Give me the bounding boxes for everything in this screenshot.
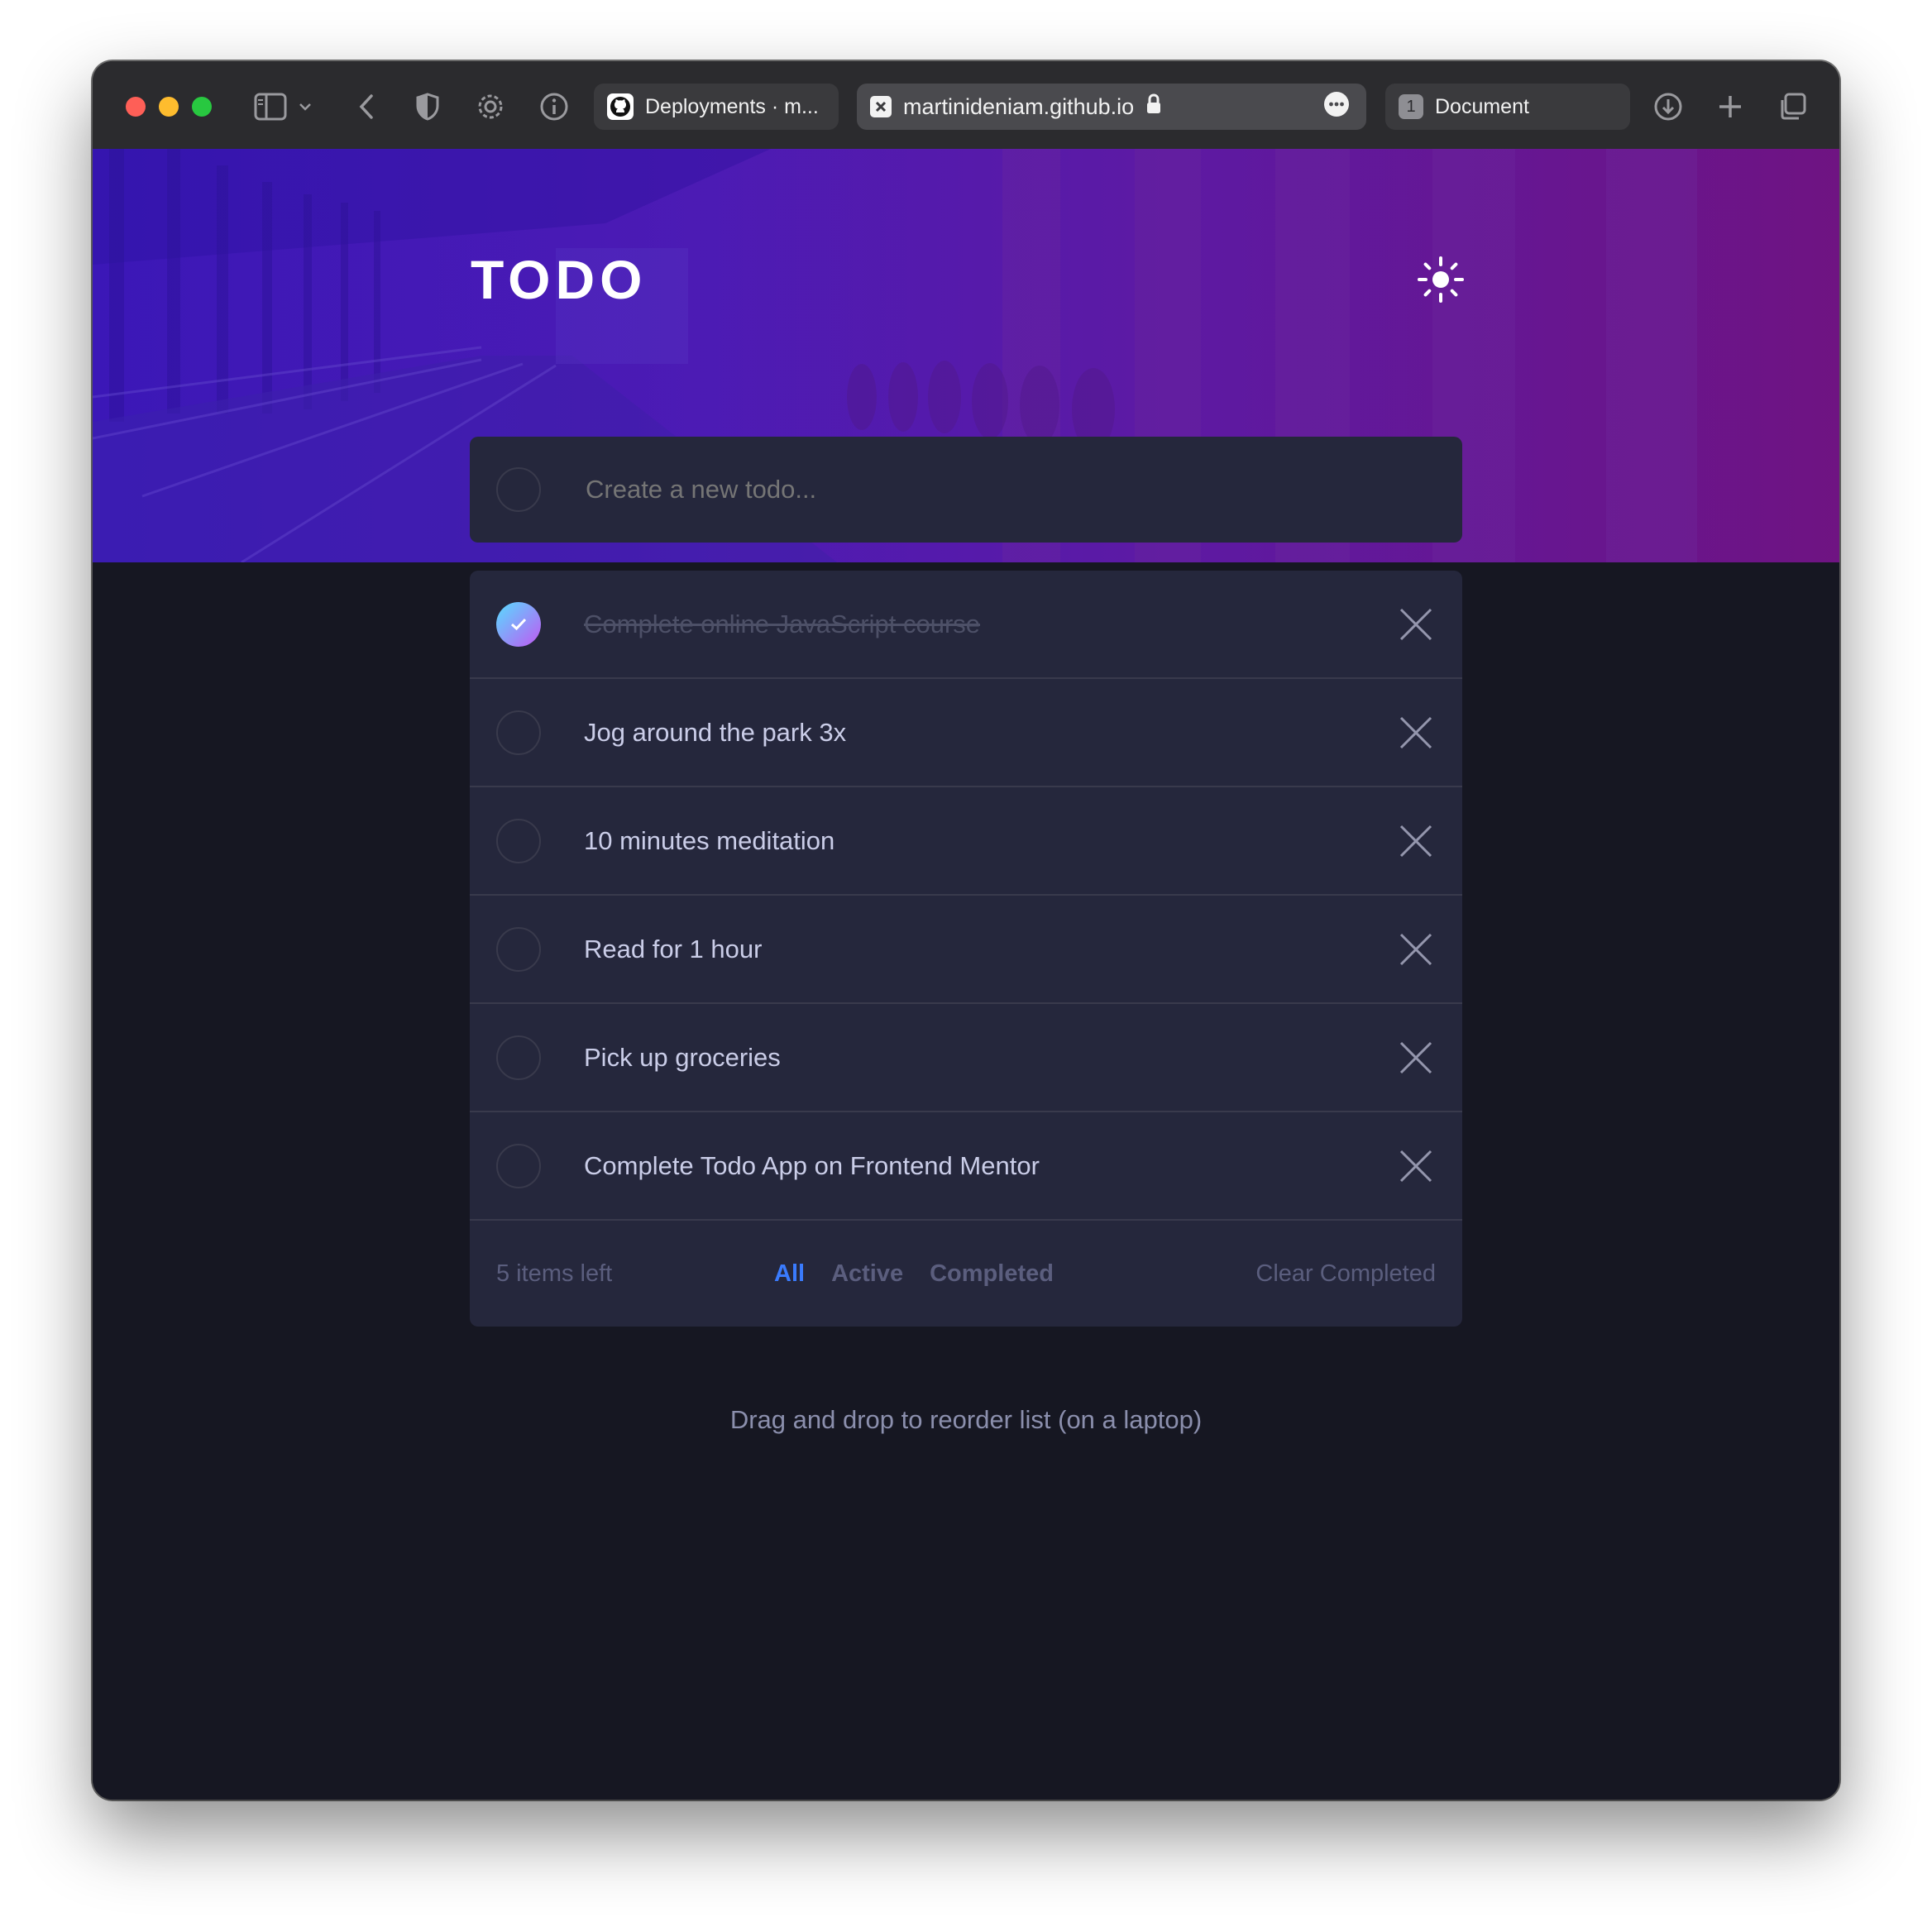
close-icon[interactable]	[1398, 823, 1434, 859]
todo-text: Complete online JavaScript course	[584, 609, 981, 638]
todo-item[interactable]: Jog around the park 3x	[470, 679, 1462, 787]
tab-badge: 1	[1406, 97, 1416, 116]
todo-list: Complete online JavaScript course Jog ar…	[470, 571, 1462, 1327]
browser-toolbar: Deployments · m... martinideniam.github.…	[93, 61, 1839, 151]
todo-text: Read for 1 hour	[584, 934, 763, 963]
filter-active[interactable]: Active	[831, 1260, 903, 1288]
new-tab-icon[interactable]	[1710, 86, 1751, 127]
reorder-hint: Drag and drop to reorder list (on a lapt…	[729, 1405, 1203, 1434]
todo-item[interactable]: 10 minutes meditation	[470, 787, 1462, 896]
privacy-shield-icon[interactable]	[407, 86, 448, 127]
site-icon	[870, 96, 892, 117]
tab-document[interactable]: 1 Document	[1385, 84, 1630, 130]
minimize-window-button[interactable]	[159, 97, 179, 117]
url-text: martinideniam.github.io	[903, 93, 1135, 119]
sidebar-toggle-icon[interactable]	[250, 86, 291, 127]
todo-footer: 5 items left All Active Completed Clear …	[470, 1221, 1462, 1327]
todo-checkbox[interactable]	[496, 710, 541, 755]
close-icon[interactable]	[1398, 1148, 1434, 1184]
todo-text: Complete Todo App on Frontend Mentor	[584, 1150, 1040, 1180]
more-options-icon[interactable]	[1323, 91, 1350, 123]
address-bar[interactable]: martinideniam.github.io	[857, 84, 1366, 130]
todo-item[interactable]: Complete online JavaScript course	[470, 571, 1462, 679]
todo-checkbox[interactable]	[496, 818, 541, 863]
close-window-button[interactable]	[126, 97, 146, 117]
todo-checkbox[interactable]	[496, 1035, 541, 1080]
tab-deployments[interactable]: Deployments · m...	[594, 84, 839, 130]
chevron-down-icon[interactable]	[293, 86, 318, 127]
browser-window: Deployments · m... martinideniam.github.…	[93, 61, 1839, 1800]
checkmark-icon	[510, 618, 527, 630]
filter-all[interactable]: All	[774, 1260, 805, 1288]
todo-page: TODO Create a new todo... Complete onlin…	[93, 149, 1839, 1800]
maximize-window-button[interactable]	[192, 97, 212, 117]
todo-item[interactable]: Read for 1 hour	[470, 896, 1462, 1004]
gear-icon[interactable]	[470, 86, 511, 127]
todo-checkbox-checked[interactable]	[496, 601, 541, 647]
document-icon: 1	[1399, 94, 1423, 119]
tab-label: Document	[1435, 94, 1529, 118]
lock-icon	[1145, 93, 1162, 121]
close-icon[interactable]	[1398, 1040, 1434, 1076]
downloads-icon[interactable]	[1647, 86, 1689, 127]
items-left-count: 5 items left	[496, 1260, 613, 1287]
todo-checkbox[interactable]	[496, 1143, 541, 1188]
todo-text: Jog around the park 3x	[584, 717, 847, 747]
close-icon[interactable]	[1398, 606, 1434, 643]
filter-group: All Active Completed	[774, 1260, 1054, 1288]
github-icon	[607, 93, 634, 120]
new-todo-input[interactable]	[584, 474, 1332, 505]
tab-label: Deployments · m...	[645, 94, 819, 118]
sun-icon[interactable]	[1416, 255, 1466, 304]
filter-completed[interactable]: Completed	[930, 1260, 1054, 1288]
close-icon[interactable]	[1398, 715, 1434, 751]
back-icon[interactable]	[346, 86, 387, 127]
clear-completed-button[interactable]: Clear Completed	[1255, 1260, 1436, 1288]
todo-item[interactable]: Pick up groceries	[470, 1004, 1462, 1112]
todo-item[interactable]: Complete Todo App on Frontend Mentor	[470, 1112, 1462, 1221]
todo-text: 10 minutes meditation	[584, 825, 835, 855]
new-todo-checkbox[interactable]	[496, 467, 541, 512]
new-todo-form	[470, 437, 1462, 543]
tab-overview-icon[interactable]	[1772, 86, 1813, 127]
todo-checkbox[interactable]	[496, 926, 541, 972]
app-title: TODO	[471, 249, 648, 310]
close-icon[interactable]	[1398, 931, 1434, 968]
info-icon[interactable]	[533, 86, 575, 127]
todo-text: Pick up groceries	[584, 1042, 781, 1072]
